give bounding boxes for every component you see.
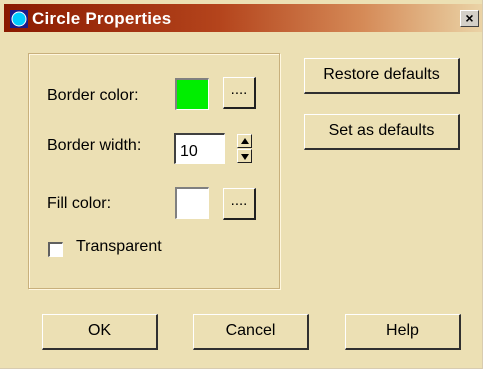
window-title: Circle Properties (32, 9, 172, 28)
spin-down-icon (241, 154, 249, 160)
circle-app-icon (10, 10, 28, 28)
transparent-checkbox[interactable] (48, 242, 63, 257)
close-icon: × (465, 10, 474, 26)
border-width-input[interactable] (174, 133, 225, 164)
fill-color-label: Fill color: (47, 195, 112, 212)
border-color-browse-button[interactable]: .... (223, 77, 256, 109)
border-color-swatch[interactable] (175, 78, 209, 110)
spin-down-button[interactable] (237, 149, 252, 163)
fill-color-swatch[interactable] (175, 187, 209, 219)
ok-button[interactable]: OK (42, 314, 158, 350)
circle-properties-dialog: Circle Properties × Border color: .... B… (0, 0, 483, 369)
set-as-defaults-button[interactable]: Set as defaults (304, 114, 460, 150)
fill-color-browse-button[interactable]: .... (223, 188, 256, 220)
title-bar[interactable]: Circle Properties × (4, 4, 482, 32)
restore-defaults-button[interactable]: Restore defaults (304, 58, 460, 94)
close-button[interactable]: × (460, 10, 479, 27)
cancel-button[interactable]: Cancel (193, 314, 309, 350)
spin-up-icon (241, 138, 249, 144)
spin-up-button[interactable] (237, 134, 252, 148)
help-button[interactable]: Help (345, 314, 461, 350)
border-color-label: Border color: (47, 87, 139, 104)
border-width-label: Border width: (47, 137, 142, 154)
transparent-label: Transparent (76, 238, 162, 255)
